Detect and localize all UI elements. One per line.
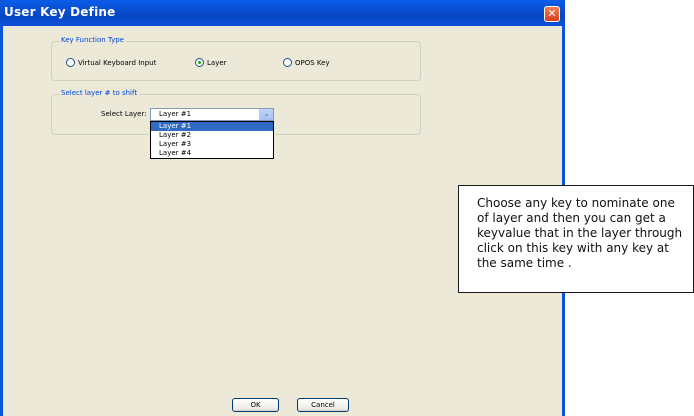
- cancel-button[interactable]: Cancel: [297, 398, 349, 412]
- radio-label: Virtual Keyboard Input: [78, 58, 157, 67]
- select-layer-label: Select Layer:: [101, 110, 147, 118]
- ok-button[interactable]: OK: [232, 398, 279, 412]
- radio-label: Layer: [207, 58, 227, 67]
- chevron-down-icon[interactable]: ⌄: [259, 109, 273, 120]
- layer-dropdown-list: Layer #1 Layer #2 Layer #3 Layer #4: [150, 121, 274, 159]
- window-title: User Key Define: [4, 5, 116, 19]
- radio-virtual-keyboard-input[interactable]: Virtual Keyboard Input: [66, 58, 156, 67]
- annotation-callout: Choose any key to nominate one of layer …: [458, 185, 694, 293]
- dropdown-option[interactable]: Layer #1: [151, 122, 273, 131]
- radio-icon: [283, 58, 292, 67]
- layer-select[interactable]: Layer #1 ⌄: [150, 108, 274, 121]
- radio-icon: [66, 58, 75, 67]
- radio-checked-icon: [195, 58, 204, 67]
- radio-label: OPOS Key: [295, 58, 330, 67]
- dropdown-option[interactable]: Layer #4: [151, 149, 273, 158]
- title-bar[interactable]: User Key Define ✕: [0, 0, 565, 26]
- layer-select-legend: Select layer # to shift: [59, 89, 140, 97]
- key-function-type-legend: Key Function Type: [59, 36, 126, 44]
- close-button[interactable]: ✕: [544, 6, 560, 22]
- dropdown-option[interactable]: Layer #2: [151, 131, 273, 140]
- close-icon: ✕: [547, 7, 557, 20]
- annotation-text: Choose any key to nominate one of layer …: [477, 196, 683, 270]
- dropdown-option[interactable]: Layer #3: [151, 140, 273, 149]
- radio-opos-key[interactable]: OPOS Key: [283, 58, 330, 67]
- layer-select-value: Layer #1: [159, 110, 192, 118]
- radio-layer[interactable]: Layer: [195, 58, 227, 67]
